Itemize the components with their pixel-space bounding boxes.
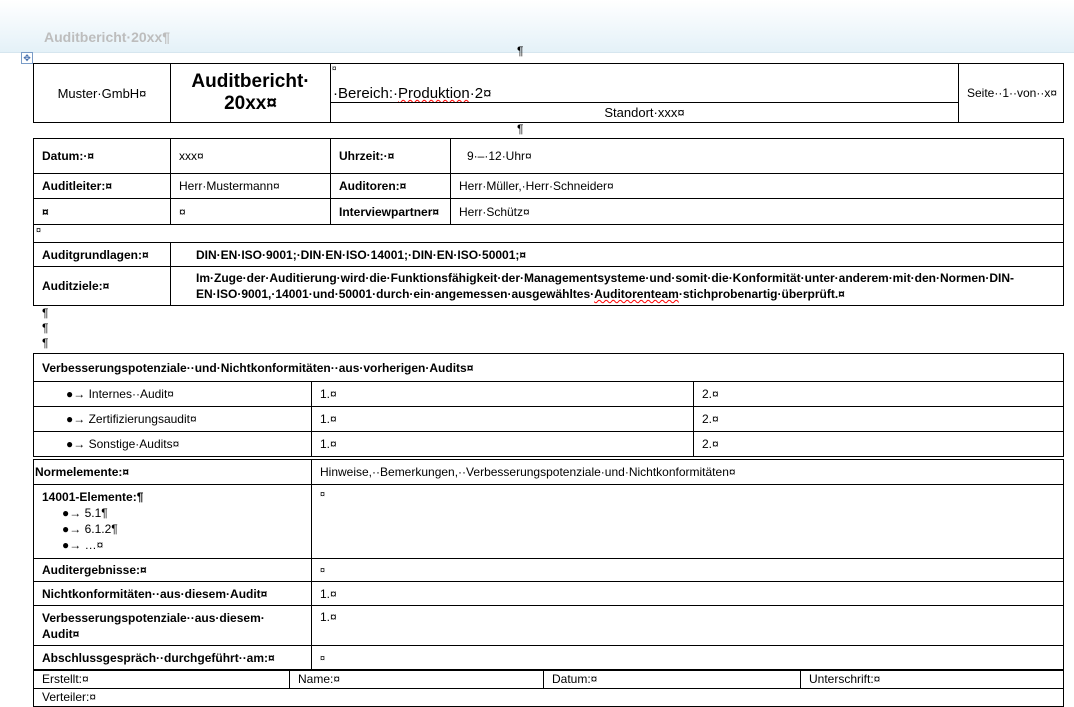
pilcrow: ¶ [42, 336, 49, 350]
closing-label: Abschlussgespräch··durchgeführt··am:¤ [33, 645, 312, 670]
distribution-field[interactable]: Verteiler:¤ [33, 687, 1064, 707]
table-move-handle-icon[interactable]: ✥ [21, 52, 33, 64]
company-name[interactable]: Muster·GmbH¤ [33, 63, 171, 123]
empty-cell[interactable]: ¤ [33, 198, 171, 225]
previous-row-label: ●→ Sonstige·Audits¤ [33, 431, 312, 457]
lead-label: Auditleiter:¤ [33, 173, 171, 199]
bullet-icon: ●→ [62, 538, 82, 552]
bullet-icon: ●→ [66, 437, 86, 451]
results-label: Auditergebnisse:¤ [33, 558, 312, 582]
previous-audits-table: Verbesserungspotenziale··und·Nichtkonfor… [32, 353, 1065, 457]
time-label: Uhrzeit:·¤ [330, 138, 451, 174]
previous-cell[interactable]: 2.¤ [692, 381, 1065, 407]
page-number[interactable]: Seite··1··von··x¤ [958, 63, 1064, 123]
results-value[interactable]: ¤ [311, 558, 1064, 582]
norm-value: Hinweise,··Bemerkungen,··Verbesserungspo… [311, 459, 1064, 485]
iso-value[interactable]: ¤ [311, 484, 1064, 559]
previous-cell[interactable]: 2.¤ [692, 406, 1065, 432]
nc-label: Nichtkonformitäten··aus·diesem·Audit¤ [33, 581, 312, 606]
auditors-value[interactable]: Herr·Müller,·Herr·Schneider¤ [450, 173, 1064, 199]
header-text[interactable]: Auditbericht·20xx¶ [44, 29, 170, 45]
previous-cell[interactable]: 1.¤ [311, 381, 694, 407]
pilcrow: ¶ [42, 321, 49, 335]
time-value[interactable]: 9·–·12·Uhr¤ [450, 138, 1064, 174]
iso-elements[interactable]: 14001-Elemente:¶ ●→ 5.1¶ ●→ 6.1.2¶ ●→ …¤ [33, 484, 312, 559]
improvement-label: Verbesserungspotenziale··aus·diesem· Audi… [33, 605, 312, 646]
bullet-icon: ●→ [62, 506, 82, 520]
elements-table: Normelemente:¤ Hinweise,··Bemerkungen,··V… [33, 459, 1064, 670]
previous-row-label: ●→ Internes··Audit¤ [33, 381, 312, 407]
date-value[interactable]: xxx¤ [170, 138, 331, 174]
location[interactable]: Standort·xxx¤ [330, 102, 959, 123]
pilcrow: ¶ [42, 306, 49, 320]
footer-table: Erstellt:¤ Name:¤ Datum:¤ Unterschrift:¤ Ve… [33, 669, 1064, 707]
name-field[interactable]: Name:¤ [289, 669, 544, 689]
date-field[interactable]: Datum:¤ [543, 669, 801, 689]
previous-row-label: ●→ Zertifizierungsaudit¤ [33, 406, 312, 432]
signature-field[interactable]: Unterschrift:¤ [800, 669, 1064, 689]
created-field[interactable]: Erstellt:¤ [33, 669, 290, 689]
bullet-icon: ●→ [66, 387, 86, 401]
interview-value[interactable]: Herr·Schütz¤ [450, 198, 1064, 225]
nc-value[interactable]: 1.¤ [311, 581, 1064, 606]
basis-table: Auditgrundlagen:¤ DIN·EN·ISO·9001;·DIN·EN… [33, 242, 1064, 306]
bullet-icon: ●→ [62, 522, 82, 536]
norm-label: Normelemente:¤ [33, 459, 312, 485]
improvement-value[interactable]: 1.¤ [311, 605, 1064, 646]
previous-title: Verbesserungspotenziale··und·Nichtkonfor… [32, 353, 1065, 382]
area-cell[interactable]: ¤ ·Bereich:·Produktion·2¤ [330, 63, 959, 103]
goals-label: Auditziele:¤ [33, 266, 171, 306]
auditors-label: Auditoren:¤ [330, 173, 451, 199]
goals-value[interactable]: Im·Zuge·der·Auditierung·wird·die·Funktio… [170, 266, 1064, 306]
empty-cell[interactable]: ¤ [170, 198, 331, 225]
report-title[interactable]: Auditbericht· 20xx¤ [170, 63, 331, 123]
pilcrow: ¶ [517, 44, 524, 58]
title-table: Muster·GmbH¤ Auditbericht· 20xx¤ ¤ ·Bereic… [33, 63, 1064, 123]
closing-value[interactable]: ¤ [311, 645, 1064, 670]
bullet-icon: ●→ [66, 412, 86, 426]
date-label: Datum:·¤ [33, 138, 171, 174]
previous-cell[interactable]: 1.¤ [311, 431, 694, 457]
pilcrow: ¶ [517, 122, 524, 136]
previous-cell[interactable]: 1.¤ [311, 406, 694, 432]
info-table: Datum:·¤ xxx¤ Uhrzeit:·¤ 9·–·12·Uhr¤ Auditl… [33, 138, 1064, 243]
previous-cell[interactable]: 2.¤ [692, 431, 1065, 457]
header-area[interactable] [0, 0, 1074, 53]
interview-label: Interviewpartner¤ [330, 198, 451, 225]
basis-label: Auditgrundlagen:¤ [33, 242, 171, 267]
basis-value[interactable]: DIN·EN·ISO·9001;·DIN·EN·ISO·14001;·DIN·E… [170, 242, 1064, 267]
spacer-row: ¤ [33, 224, 1064, 243]
lead-value[interactable]: Herr·Mustermann¤ [170, 173, 331, 199]
